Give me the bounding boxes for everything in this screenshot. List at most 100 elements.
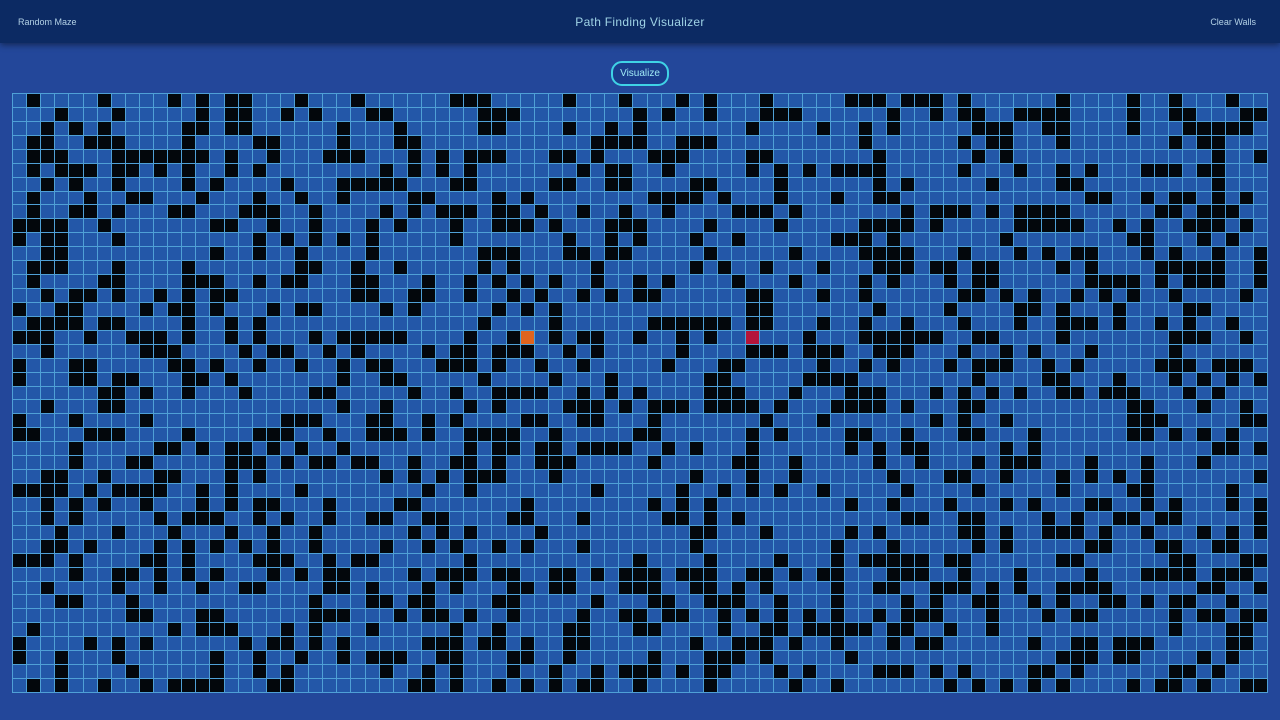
grid-cell[interactable] bbox=[1098, 177, 1113, 192]
wall-cell[interactable] bbox=[1141, 497, 1156, 512]
grid-cell[interactable] bbox=[760, 456, 775, 471]
grid-cell[interactable] bbox=[266, 609, 281, 624]
grid-cell[interactable] bbox=[379, 623, 394, 638]
wall-cell[interactable] bbox=[168, 302, 183, 317]
wall-cell[interactable] bbox=[647, 595, 662, 610]
grid-cell[interactable] bbox=[802, 289, 817, 303]
grid-cell[interactable] bbox=[407, 94, 422, 108]
grid-cell[interactable] bbox=[802, 539, 817, 554]
wall-cell[interactable] bbox=[464, 470, 479, 485]
grid-cell[interactable] bbox=[55, 414, 70, 429]
wall-cell[interactable] bbox=[464, 456, 479, 471]
wall-cell[interactable] bbox=[295, 651, 310, 666]
grid-cell[interactable] bbox=[1042, 233, 1057, 248]
wall-cell[interactable] bbox=[929, 205, 944, 220]
grid-cell[interactable] bbox=[1183, 623, 1198, 638]
grid-cell[interactable] bbox=[1084, 358, 1099, 373]
grid-cell[interactable] bbox=[830, 94, 845, 108]
wall-cell[interactable] bbox=[309, 261, 324, 276]
grid-cell[interactable] bbox=[351, 316, 366, 331]
wall-cell[interactable] bbox=[562, 94, 578, 108]
wall-cell[interactable] bbox=[774, 400, 789, 415]
wall-cell[interactable] bbox=[816, 414, 831, 429]
wall-cell[interactable] bbox=[196, 497, 211, 512]
wall-cell[interactable] bbox=[337, 581, 352, 596]
grid-cell[interactable] bbox=[830, 414, 845, 429]
grid-cell[interactable] bbox=[718, 247, 733, 262]
wall-cell[interactable] bbox=[111, 107, 126, 122]
grid-cell[interactable] bbox=[591, 511, 606, 526]
grid-cell[interactable] bbox=[887, 484, 902, 498]
wall-cell[interactable] bbox=[1239, 553, 1254, 568]
grid-cell[interactable] bbox=[365, 567, 380, 582]
wall-cell[interactable] bbox=[1155, 539, 1170, 554]
grid-cell[interactable] bbox=[238, 484, 253, 498]
wall-cell[interactable] bbox=[1141, 567, 1156, 582]
wall-cell[interactable] bbox=[1141, 428, 1156, 443]
grid-cell[interactable] bbox=[1112, 539, 1127, 554]
grid-cell[interactable] bbox=[266, 177, 281, 192]
wall-cell[interactable] bbox=[27, 275, 42, 290]
grid-cell[interactable] bbox=[1028, 247, 1043, 262]
wall-cell[interactable] bbox=[168, 442, 183, 457]
wall-cell[interactable] bbox=[1000, 456, 1015, 471]
wall-cell[interactable] bbox=[1169, 330, 1184, 345]
grid-cell[interactable] bbox=[647, 525, 662, 540]
wall-cell[interactable] bbox=[873, 163, 888, 178]
grid-cell[interactable] bbox=[393, 595, 408, 610]
grid-cell[interactable] bbox=[1098, 205, 1113, 220]
grid-cell[interactable] bbox=[675, 219, 690, 234]
wall-cell[interactable] bbox=[703, 330, 719, 345]
wall-cell[interactable] bbox=[1056, 205, 1071, 220]
grid-cell[interactable] bbox=[27, 247, 42, 262]
wall-cell[interactable] bbox=[605, 372, 620, 387]
grid-cell[interactable] bbox=[478, 567, 493, 582]
wall-cell[interactable] bbox=[421, 679, 437, 693]
grid-cell[interactable] bbox=[492, 330, 507, 345]
grid-cell[interactable] bbox=[55, 372, 70, 387]
wall-cell[interactable] bbox=[760, 344, 775, 359]
grid-cell[interactable] bbox=[379, 316, 394, 331]
grid-cell[interactable] bbox=[1112, 135, 1127, 150]
grid-cell[interactable] bbox=[534, 623, 549, 638]
wall-cell[interactable] bbox=[1070, 581, 1085, 596]
grid-cell[interactable] bbox=[295, 609, 310, 624]
wall-cell[interactable] bbox=[887, 539, 902, 554]
grid-cell[interactable] bbox=[633, 511, 648, 526]
grid-cell[interactable] bbox=[1183, 651, 1198, 666]
grid-cell[interactable] bbox=[125, 386, 140, 401]
wall-cell[interactable] bbox=[1225, 567, 1240, 582]
grid-cell[interactable] bbox=[365, 609, 380, 624]
grid-cell[interactable] bbox=[985, 247, 1001, 262]
grid-cell[interactable] bbox=[746, 623, 761, 638]
grid-cell[interactable] bbox=[844, 275, 860, 290]
wall-cell[interactable] bbox=[1084, 261, 1099, 276]
wall-cell[interactable] bbox=[196, 191, 211, 206]
wall-cell[interactable] bbox=[111, 484, 126, 498]
wall-cell[interactable] bbox=[1183, 553, 1198, 568]
wall-cell[interactable] bbox=[1169, 289, 1184, 303]
grid-cell[interactable] bbox=[224, 595, 239, 610]
grid-cell[interactable] bbox=[238, 623, 253, 638]
wall-cell[interactable] bbox=[1197, 609, 1212, 624]
grid-cell[interactable] bbox=[450, 428, 465, 443]
grid-cell[interactable] bbox=[1042, 637, 1057, 652]
wall-cell[interactable] bbox=[1126, 651, 1142, 666]
grid-cell[interactable] bbox=[1000, 191, 1015, 206]
grid-cell[interactable] bbox=[111, 302, 126, 317]
grid-cell[interactable] bbox=[379, 121, 394, 136]
grid-cell[interactable] bbox=[379, 456, 394, 471]
start-node[interactable] bbox=[520, 330, 535, 345]
wall-cell[interactable] bbox=[506, 665, 521, 680]
wall-cell[interactable] bbox=[83, 372, 98, 387]
wall-cell[interactable] bbox=[492, 205, 507, 220]
grid-cell[interactable] bbox=[915, 665, 930, 680]
grid-cell[interactable] bbox=[464, 372, 479, 387]
grid-cell[interactable] bbox=[337, 205, 352, 220]
wall-cell[interactable] bbox=[393, 609, 408, 624]
grid-cell[interactable] bbox=[859, 581, 874, 596]
grid-cell[interactable] bbox=[591, 233, 606, 248]
grid-cell[interactable] bbox=[661, 470, 676, 485]
grid-cell[interactable] bbox=[647, 553, 662, 568]
wall-cell[interactable] bbox=[196, 484, 211, 498]
